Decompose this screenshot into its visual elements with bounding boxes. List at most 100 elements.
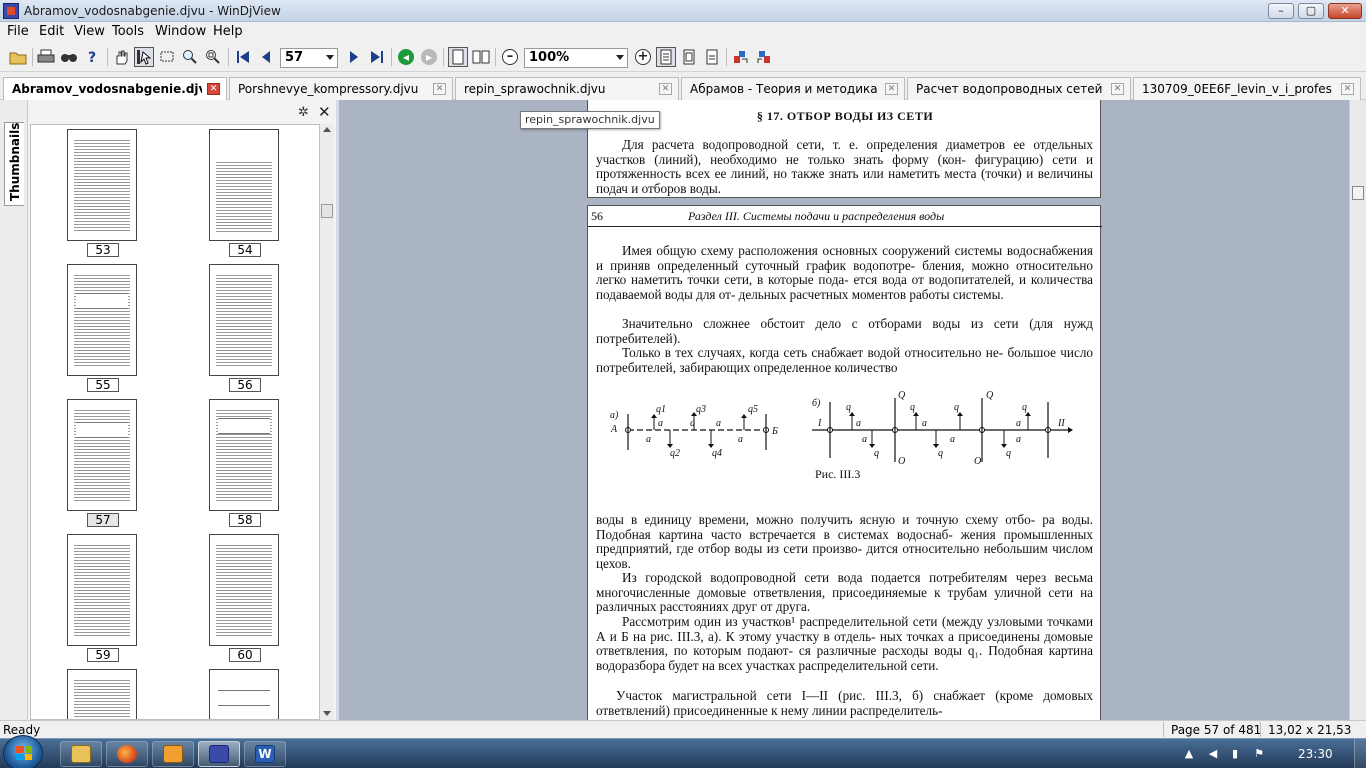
menu-bar: File Edit View Tools Window Help [0,22,1366,42]
close-icon[interactable]: ✕ [1341,83,1354,95]
explorer-icon[interactable] [60,741,102,767]
svg-text:q5: q5 [748,404,758,415]
action-center-icon[interactable]: ⚑ [1252,747,1266,760]
svg-text:q: q [938,448,943,459]
tab-abramov-teoriya[interactable]: Абрамов - Теория и методика расче... ✕ [681,77,905,100]
clock[interactable]: 23:30 [1298,747,1333,761]
maximize-button[interactable]: ▢ [1298,3,1324,19]
print-icon[interactable] [36,47,56,67]
single-page-icon[interactable] [448,47,468,67]
close-icon[interactable]: ✕ [1111,83,1124,95]
show-desktop-button[interactable] [1354,739,1366,768]
close-icon[interactable]: ✕ [318,103,331,121]
thumbnail-page-62[interactable] [209,669,279,719]
close-button[interactable]: ✕ [1328,3,1362,19]
find-icon[interactable] [59,47,79,67]
svg-text:q4: q4 [712,448,722,459]
minimize-button[interactable]: – [1268,3,1294,19]
select-tool-icon[interactable] [134,47,154,67]
close-icon[interactable]: ✕ [659,83,672,95]
tab-raschet-vodoprovodnyh-setey[interactable]: Расчет водопроводных сетей [198... ✕ [907,77,1131,100]
zoom-in-icon[interactable]: + [633,47,653,67]
document-scrollbar[interactable] [1349,100,1366,720]
firefox-icon[interactable] [106,741,148,767]
zoom-out-icon[interactable]: – [500,47,520,67]
svg-text:q: q [1022,402,1027,413]
help-icon[interactable]: ? [83,47,103,67]
rotate-right-icon[interactable] [754,47,774,67]
fit-page-icon[interactable] [679,47,699,67]
page-number-combo[interactable]: 57 [280,48,338,68]
thumbnails-tab[interactable]: Thumbnails [4,122,24,206]
thumbnail-label: 59 [87,648,119,662]
last-page-icon[interactable] [367,47,387,67]
zoom-tool-icon[interactable] [180,47,200,67]
word-icon[interactable]: W [244,741,286,767]
scroll-thumb[interactable] [1352,186,1364,200]
svg-text:Q: Q [898,390,906,401]
thumbnail-label: 60 [229,648,261,662]
gear-icon[interactable]: ✲ [298,105,309,120]
tab-levin-professii[interactable]: 130709_0EE6F_levin_v_i_professii_sz... ✕ [1133,77,1361,100]
app-icon[interactable] [3,3,19,19]
windjview-icon[interactable] [198,741,240,767]
menu-window[interactable]: Window [155,24,206,39]
forward-icon[interactable]: ▸ [419,47,439,67]
scroll-thumb[interactable] [321,204,333,218]
two-pages-icon[interactable] [471,47,491,67]
menu-file[interactable]: File [7,24,29,39]
thumbnail-page-55[interactable] [67,264,137,376]
actual-size-icon[interactable] [702,47,722,67]
scroll-up-icon[interactable] [323,127,331,132]
paragraph-5: Из городской водопроводной сети вода под… [596,570,1094,615]
svg-text:а: а [646,434,651,445]
status-bar: Ready Page 57 of 481 13,02 x 21,53 cm [0,720,1366,751]
tab-abramov-vodosnabgenie[interactable]: Abramov_vodosnabgenie.djvu ✕ [3,77,227,101]
thumbnail-page-56[interactable] [209,264,279,376]
close-icon[interactable]: ✕ [433,83,446,95]
rect-select-icon[interactable] [157,47,177,67]
tab-repin-sprawochnik[interactable]: repin_sprawochnik.djvu ✕ [455,77,679,100]
prev-page-icon[interactable] [256,47,276,67]
zoom-rect-icon[interactable] [203,47,223,67]
thumbnail-page-57[interactable] [67,399,137,511]
fit-width-icon[interactable] [656,47,676,67]
tab-porshnevye-kompressory[interactable]: Porshnevye_kompressory.djvu ✕ [229,77,453,100]
next-page-icon[interactable] [344,47,364,67]
menu-view[interactable]: View [74,24,105,39]
thumbnail-label: 57 [87,513,119,527]
close-icon[interactable]: ✕ [207,83,220,95]
thumbnail-page-54[interactable] [209,129,279,241]
menu-edit[interactable]: Edit [39,24,64,39]
scroll-down-icon[interactable] [323,711,331,716]
close-icon[interactable]: ✕ [885,83,898,95]
svg-text:а: а [856,418,861,429]
menu-help[interactable]: Help [213,24,243,39]
volume-icon[interactable]: ◀ [1206,747,1220,760]
rotate-left-icon[interactable] [731,47,751,67]
zoom-value: 100% [529,50,570,65]
open-icon[interactable] [8,47,28,67]
start-button[interactable] [3,735,43,768]
thumbnail-page-60[interactable] [209,534,279,646]
menu-tools[interactable]: Tools [112,24,144,39]
first-page-icon[interactable] [233,47,253,67]
svg-text:q: q [874,448,879,459]
thumbnail-page-61[interactable] [67,669,137,719]
thumbnails-scrollbar[interactable] [320,124,334,720]
svg-text:а: а [716,418,721,429]
svg-text:q3: q3 [696,404,706,415]
media-player-icon[interactable] [152,741,194,767]
zoom-combo[interactable]: 100% [524,48,628,68]
hand-tool-icon[interactable] [111,47,131,67]
thumbnail-page-53[interactable] [67,129,137,241]
network-icon[interactable]: ▮ [1228,747,1242,760]
document-view[interactable]: § 17. ОТБОР ВОДЫ ИЗ СЕТИ Для расчета вод… [339,100,1349,720]
show-hidden-icon[interactable]: ▲ [1182,747,1196,760]
svg-text:q1: q1 [656,404,666,415]
back-icon[interactable]: ◂ [396,47,416,67]
windjview-window: Abramov_vodosnabgenie.djvu - WinDjView –… [0,0,1366,768]
thumbnail-page-58[interactable] [209,399,279,511]
thumbnail-label: 55 [87,378,119,392]
thumbnail-page-59[interactable] [67,534,137,646]
